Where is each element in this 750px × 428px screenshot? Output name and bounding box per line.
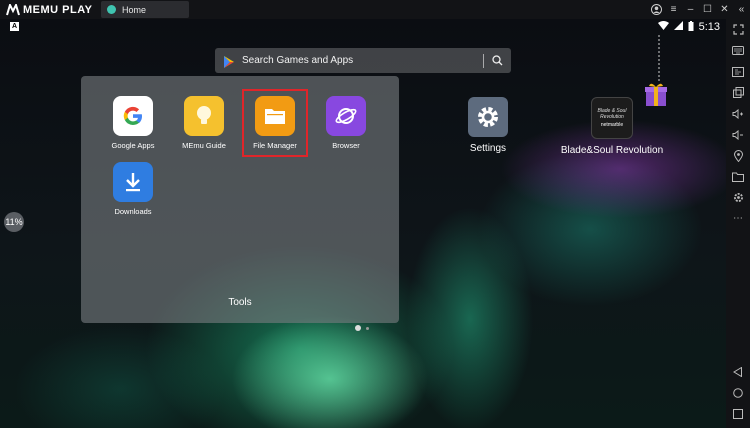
game-icon: Blade & Soul Revolution netmarble xyxy=(591,97,633,139)
volume-down-icon[interactable] xyxy=(726,124,750,145)
search-icon[interactable] xyxy=(490,54,504,68)
home-tab-icon xyxy=(107,5,116,14)
home-icon[interactable] xyxy=(726,382,750,403)
search-placeholder: Search Games and Apps xyxy=(242,55,354,66)
location-icon[interactable] xyxy=(726,145,750,166)
page-dot[interactable] xyxy=(366,326,369,330)
app-label: MEmu Guide xyxy=(182,141,226,150)
account-icon[interactable] xyxy=(648,0,665,19)
floating-badge[interactable]: 11% xyxy=(4,212,24,232)
app-memu-guide[interactable]: MEmu Guide xyxy=(174,96,234,150)
keyboard-icon[interactable] xyxy=(726,40,750,61)
planet-icon xyxy=(326,96,366,136)
tab-home[interactable]: Home xyxy=(101,1,189,18)
menu-icon[interactable]: ≡ xyxy=(665,0,682,19)
selection-highlight xyxy=(242,89,308,157)
app-label: Settings xyxy=(469,143,507,154)
volume-up-icon[interactable] xyxy=(726,103,750,124)
app-downloads[interactable]: Downloads xyxy=(103,162,163,216)
app-browser[interactable]: Browser xyxy=(316,96,376,150)
tab-home-label: Home xyxy=(122,4,147,15)
collapse-sidebar-icon[interactable]: « xyxy=(733,0,750,19)
app-label: Browser xyxy=(332,141,360,150)
minimize-icon[interactable]: – xyxy=(682,0,699,19)
title-bar: MEMU PLAY Home ≡ – ☐ ✕ « xyxy=(0,0,750,19)
android-screen: A 5:13 Search Games and Apps Google Apps… xyxy=(0,19,726,428)
download-icon xyxy=(113,162,153,202)
search-divider xyxy=(483,53,484,68)
google-icon xyxy=(113,96,153,136)
screenshot-icon[interactable] xyxy=(726,82,750,103)
files-icon[interactable] xyxy=(726,166,750,187)
right-toolbar: ⋯ xyxy=(726,19,750,428)
close-icon[interactable]: ✕ xyxy=(716,0,733,19)
folder-title: Tools xyxy=(228,297,252,308)
page-dot-active[interactable] xyxy=(355,325,361,331)
clock: 5:13 xyxy=(698,21,720,33)
recent-apps-icon[interactable] xyxy=(726,403,750,424)
gift-icon[interactable] xyxy=(643,35,669,107)
screen-record-icon[interactable] xyxy=(726,61,750,82)
app-label: Downloads xyxy=(114,207,152,216)
gear-icon xyxy=(468,97,508,137)
maximize-icon[interactable]: ☐ xyxy=(699,0,716,19)
fullscreen-icon[interactable] xyxy=(726,19,750,40)
wifi-icon xyxy=(657,21,669,33)
signal-icon xyxy=(673,21,683,33)
game-icon-brand: netmarble xyxy=(600,122,624,128)
logo-text: MEMU PLAY xyxy=(23,3,93,16)
notification-badge: A xyxy=(10,22,19,31)
status-bar: A 5:13 xyxy=(0,19,726,35)
app-label: Blade&Soul Revolution xyxy=(560,145,664,156)
battery-icon xyxy=(688,20,694,34)
memu-logo: MEMU PLAY xyxy=(6,1,93,16)
play-store-icon xyxy=(223,55,235,68)
app-google-apps[interactable]: Google Apps xyxy=(103,96,163,150)
page-indicator xyxy=(355,325,369,331)
tools-folder: Google Apps MEmu Guide File Manager Brow… xyxy=(81,76,399,323)
lightbulb-icon xyxy=(184,96,224,136)
back-icon[interactable] xyxy=(726,361,750,382)
settings-icon[interactable] xyxy=(726,187,750,208)
search-bar[interactable]: Search Games and Apps xyxy=(215,48,511,73)
memu-logo-icon xyxy=(6,1,20,16)
game-icon-title: Blade & Soul Revolution xyxy=(597,108,627,120)
app-label: Google Apps xyxy=(111,141,155,150)
more-icon[interactable]: ⋯ xyxy=(726,208,750,229)
app-settings[interactable]: Settings xyxy=(458,97,518,154)
